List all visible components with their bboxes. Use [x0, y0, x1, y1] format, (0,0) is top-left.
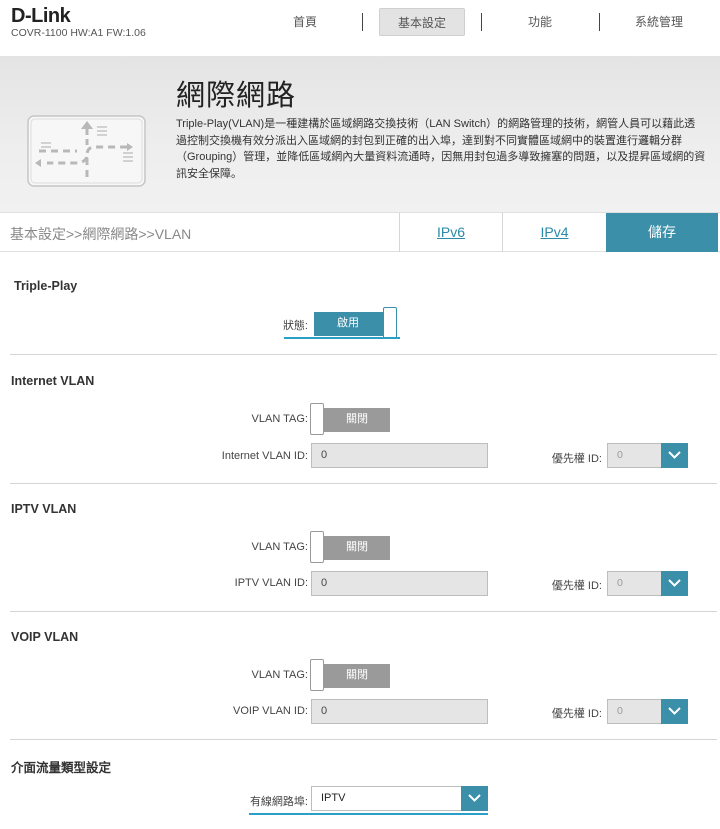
- internet-vlan-tag-toggle[interactable]: 關閉: [310, 403, 390, 435]
- network-switch-icon: [27, 115, 146, 187]
- nav-separator: [481, 13, 482, 31]
- triple-play-title: Triple-Play: [14, 279, 78, 293]
- select-value: 0: [617, 449, 623, 461]
- vlan-tag-label: VLAN TAG:: [251, 413, 308, 425]
- iptv-vlan-id-input[interactable]: 0: [311, 571, 488, 596]
- nav-basic-settings[interactable]: 基本設定: [379, 8, 465, 36]
- internet-vlan-id-input[interactable]: 0: [311, 443, 488, 468]
- vlan-tag-label: VLAN TAG:: [251, 669, 308, 681]
- page-description: Triple-Play(VLAN)是一種建構於區域網路交換技術（LAN Swit…: [176, 118, 706, 180]
- breadcrumb-bar: 基本設定>>網際網路>>VLAN IPv6 IPv4 儲存: [0, 212, 720, 252]
- select-value: 0: [617, 577, 623, 589]
- select-value: 0: [617, 705, 623, 717]
- main-nav: 首頁 基本設定 功能 系統管理: [0, 8, 720, 38]
- nav-features[interactable]: 功能: [495, 8, 585, 36]
- toggle-state-text: 啟用: [337, 317, 359, 329]
- ipv4-link[interactable]: IPv4: [502, 213, 606, 252]
- section-divider: [10, 611, 717, 612]
- priority-id-label: 優先權 ID:: [551, 453, 602, 465]
- voip-vlan-id-label: VOIP VLAN ID:: [233, 705, 308, 717]
- nav-system-admin[interactable]: 系統管理: [615, 8, 703, 36]
- section-divider: [10, 354, 717, 355]
- section-divider: [10, 739, 717, 740]
- interface-traffic-title: 介面流量類型設定: [11, 761, 112, 775]
- iptv-vlan-id-label: IPTV VLAN ID:: [234, 577, 308, 589]
- chevron-down-icon[interactable]: [661, 699, 688, 724]
- nav-home[interactable]: 首頁: [255, 8, 355, 36]
- status-label: 狀態:: [282, 320, 308, 332]
- priority-id-label: 優先權 ID:: [551, 708, 602, 720]
- vlan-tag-label: VLAN TAG:: [251, 541, 308, 553]
- toggle-knob[interactable]: [310, 531, 324, 563]
- breadcrumb: 基本設定>>網際網路>>VLAN: [10, 226, 192, 242]
- chevron-down-icon[interactable]: [461, 786, 488, 811]
- toggle-state-text: 關閉: [346, 541, 368, 553]
- internet-priority-select[interactable]: 0: [607, 443, 688, 468]
- nav-separator: [599, 13, 600, 31]
- section-divider: [10, 483, 717, 484]
- toggle-knob[interactable]: [310, 403, 324, 435]
- triple-play-toggle[interactable]: 啟用: [314, 307, 397, 339]
- page-title: 網際網路: [176, 78, 297, 112]
- chevron-down-icon[interactable]: [661, 443, 688, 468]
- top-bar: D-Link COVR-1100 HW:A1 FW:1.06 首頁 基本設定 功…: [0, 0, 720, 57]
- toggle-knob[interactable]: [310, 659, 324, 691]
- wired-port-label: 有線網路埠:: [249, 796, 308, 808]
- chevron-down-icon[interactable]: [661, 571, 688, 596]
- nav-separator: [362, 13, 363, 31]
- internet-vlan-id-label: Internet VLAN ID:: [221, 450, 308, 462]
- select-value: IPTV: [321, 792, 346, 804]
- voip-vlan-tag-toggle[interactable]: 關閉: [310, 659, 390, 691]
- ipv6-link[interactable]: IPv6: [399, 213, 502, 252]
- wired-port-select[interactable]: IPTV: [311, 786, 488, 811]
- toggle-state-text: 關閉: [346, 413, 368, 425]
- focus-underline: [284, 337, 400, 339]
- voip-vlan-title: VOIP VLAN: [11, 630, 79, 644]
- focus-underline: [249, 813, 488, 815]
- save-button[interactable]: 儲存: [606, 213, 718, 252]
- iptv-vlan-title: IPTV VLAN: [11, 502, 77, 516]
- iptv-vlan-tag-toggle[interactable]: 關閉: [310, 531, 390, 563]
- voip-priority-select[interactable]: 0: [607, 699, 688, 724]
- toggle-knob[interactable]: [383, 307, 397, 339]
- iptv-priority-select[interactable]: 0: [607, 571, 688, 596]
- voip-vlan-id-input[interactable]: 0: [311, 699, 488, 724]
- toggle-state-text: 關閉: [346, 669, 368, 681]
- internet-vlan-title: Internet VLAN: [11, 374, 95, 388]
- priority-id-label: 優先權 ID:: [551, 580, 602, 592]
